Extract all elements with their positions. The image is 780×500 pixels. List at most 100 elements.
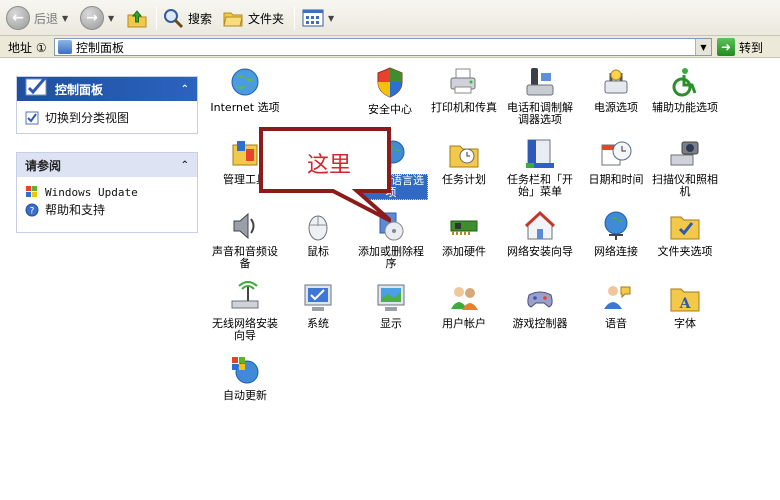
printers-fax-icon	[450, 68, 476, 94]
network-connections-item[interactable]: 网络连接	[579, 209, 653, 258]
search-button[interactable]: 搜索	[162, 4, 212, 32]
views-icon	[302, 9, 324, 27]
internet-options-label: Internet 选项	[210, 101, 280, 114]
date-time-item[interactable]: 日期和时间	[579, 137, 653, 186]
address-value: 控制面板	[76, 40, 125, 55]
back-label: 后退	[34, 11, 59, 26]
help-support-label: 帮助和支持	[45, 203, 106, 217]
system-item[interactable]: 系统	[281, 281, 355, 330]
add-hardware-item[interactable]: 添加硬件	[427, 209, 501, 258]
scheduled-tasks-icon	[449, 145, 479, 168]
control-panel-small-icon	[58, 40, 72, 54]
toolbar-separator	[156, 6, 157, 30]
automatic-updates-item[interactable]: 自动更新	[208, 353, 282, 402]
display-item[interactable]: 显示	[354, 281, 428, 330]
standard-toolbar: ← 后退 ▼ → ▼ 搜索 文件夹 ▼	[0, 0, 780, 36]
folder-options-item[interactable]: 文件夹选项	[648, 209, 722, 258]
folder-options-icon	[670, 216, 700, 240]
up-folder-button[interactable]	[126, 4, 148, 32]
wireless-setup-item[interactable]: 无线网络安装向导	[208, 281, 282, 342]
phone-modem-label: 电话和调制解调器选项	[507, 101, 573, 126]
network-setup-wizard-item[interactable]: 网络安装向导	[503, 209, 577, 258]
user-accounts-label: 用户帐户	[442, 317, 486, 330]
svg-text:A: A	[679, 296, 692, 312]
views-button[interactable]: ▼	[302, 4, 334, 32]
see-also-title: 请参阅	[25, 158, 62, 173]
network-setup-wizard-label: 网络安装向导	[507, 245, 573, 258]
scanner-camera-item[interactable]: 扫描仪和照相机	[648, 137, 722, 198]
date-time-icon	[601, 141, 632, 166]
see-also-header[interactable]: 请参阅 ⌃	[17, 153, 197, 177]
wireless-setup-label: 无线网络安装向导	[212, 317, 278, 342]
date-time-label: 日期和时间	[588, 173, 644, 186]
back-dropdown-icon[interactable]: ▼	[62, 14, 68, 23]
speech-label: 语音	[605, 317, 627, 330]
user-accounts-item[interactable]: 用户帐户	[427, 281, 501, 330]
network-connections-label: 网络连接	[594, 245, 638, 258]
scanner-camera-label: 扫描仪和照相机	[652, 173, 718, 198]
phone-modem-item[interactable]: 电话和调制解调器选项	[503, 65, 577, 126]
scanner-camera-icon	[670, 141, 699, 166]
task-pane-header[interactable]: 控制面板 ⌃	[17, 77, 197, 101]
windows-update-label: Windows Update	[45, 185, 138, 199]
add-hardware-label: 添加硬件	[442, 245, 486, 258]
internet-options-item[interactable]: Internet 选项	[208, 65, 282, 114]
folder-options-label: 文件夹选项	[657, 245, 713, 258]
speech-item[interactable]: 语音	[579, 281, 653, 330]
security-center-icon	[377, 67, 403, 98]
up-folder-icon	[127, 10, 147, 28]
fonts-icon: A	[670, 288, 700, 312]
printers-fax-item[interactable]: 打印机和传真	[427, 65, 501, 114]
back-arrow-icon: ←	[6, 6, 30, 30]
folders-button[interactable]: 文件夹	[222, 4, 284, 32]
power-options-icon	[604, 69, 628, 94]
search-icon	[164, 9, 184, 29]
power-options-item[interactable]: 电源选项	[579, 65, 653, 114]
mouse-label: 鼠标	[307, 245, 329, 258]
game-controllers-label: 游戏控制器	[512, 317, 568, 330]
go-label: 转到	[739, 40, 764, 55]
address-label: 地址 ①	[8, 41, 47, 55]
user-accounts-icon	[451, 287, 478, 310]
address-dropdown-icon[interactable]: ▼	[695, 39, 711, 55]
network-connections-icon	[604, 211, 628, 240]
callout-text: 这里	[307, 153, 352, 178]
accessibility-label: 辅助功能选项	[652, 101, 718, 114]
system-label: 系统	[307, 317, 329, 330]
printers-fax-label: 打印机和传真	[431, 101, 497, 114]
automatic-updates-icon	[232, 357, 259, 384]
forward-button[interactable]: → ▼	[80, 4, 114, 32]
internet-options-icon	[231, 68, 259, 96]
forward-dropdown-icon[interactable]: ▼	[108, 14, 114, 23]
network-setup-wizard-icon	[524, 210, 556, 240]
views-dropdown-icon[interactable]: ▼	[328, 14, 334, 23]
collapse-chevron-icon[interactable]: ⌃	[181, 160, 189, 171]
switch-to-category-view-link[interactable]: 切换到分类视图	[25, 109, 189, 126]
help-support-link[interactable]: ? 帮助和支持	[25, 201, 189, 218]
go-button[interactable]: ➜ 转到	[717, 38, 763, 56]
power-options-label: 电源选项	[594, 101, 638, 114]
task-pane-title: 控制面板	[55, 82, 104, 97]
security-center-item[interactable]: 安全中心	[353, 65, 427, 116]
taskbar-start-item[interactable]: 任务栏和「开始」菜单	[503, 137, 577, 198]
security-center-label: 安全中心	[368, 103, 412, 116]
accessibility-item[interactable]: 辅助功能选项	[648, 65, 722, 114]
folders-label: 文件夹	[248, 11, 285, 26]
svg-text:?: ?	[30, 206, 35, 216]
game-controllers-item[interactable]: 游戏控制器	[503, 281, 577, 330]
control-panel-large-icon	[25, 77, 47, 96]
windows-flag-icon	[26, 186, 37, 197]
collapse-chevron-icon[interactable]: ⌃	[181, 84, 189, 95]
admin-tools-icon	[232, 141, 258, 166]
category-view-icon	[25, 111, 39, 124]
back-button[interactable]: ← 后退 ▼	[6, 4, 68, 32]
scheduled-tasks-item[interactable]: 任务计划	[427, 137, 501, 186]
automatic-updates-label: 自动更新	[223, 389, 267, 402]
fonts-label: 字体	[674, 317, 696, 330]
address-input[interactable]: 控制面板 ▼	[54, 38, 712, 56]
fonts-item[interactable]: A 字体	[648, 281, 722, 330]
address-bar: 地址 ① 控制面板 ▼ ➜ 转到	[0, 36, 780, 58]
speech-icon	[604, 286, 631, 309]
windows-update-link[interactable]: Windows Update	[25, 185, 189, 199]
forward-arrow-icon: →	[80, 6, 104, 30]
